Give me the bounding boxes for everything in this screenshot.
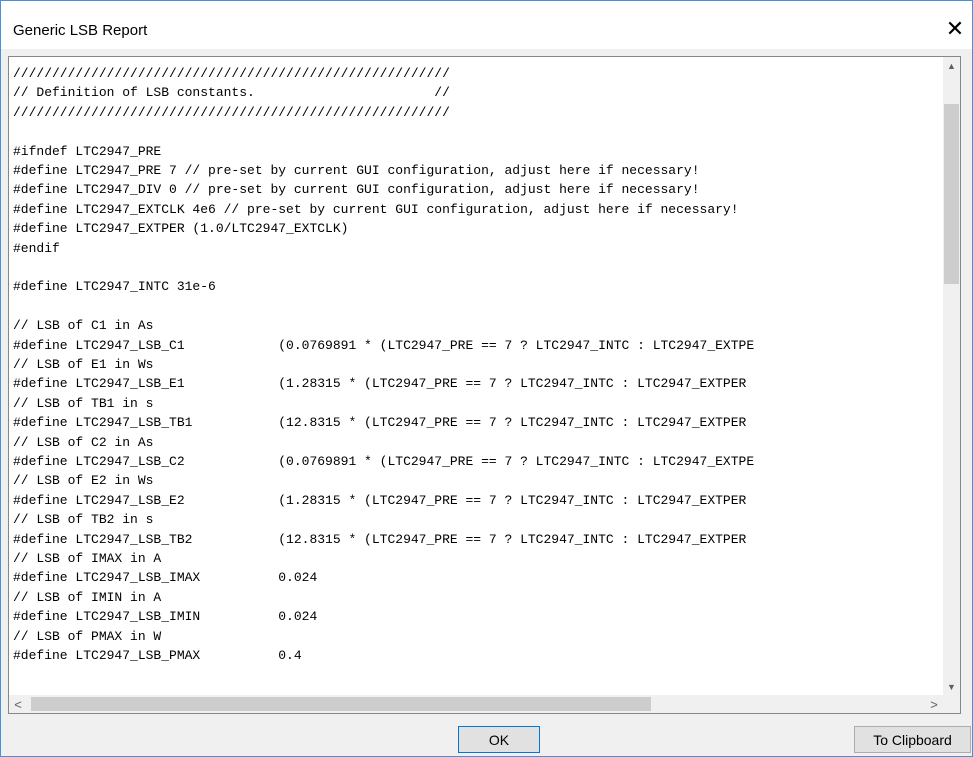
code-line: // LSB of E2 in Ws [13,473,154,489]
vertical-scroll-thumb[interactable] [944,104,959,284]
window-title: Generic LSB Report [13,22,148,39]
code-line: // LSB of E1 in Ws [13,357,154,372]
code-line: #ifndef LTC2947_PRE [13,143,162,159]
scroll-down-icon[interactable]: ▼ [943,678,960,695]
code-line: #define LTC2947_LSB_E1 (1.28315 * (LTC29… [13,376,747,392]
code-line: // LSB of TB1 in s [13,395,154,411]
code-line: #define LTC2947_LSB_TB1 (12.8315 * (LTC2… [13,415,747,431]
code-line: #define LTC2947_LSB_TB2 (12.8315 * (LTC2… [13,531,747,547]
code-line: #define LTC2947_LSB_C2 (0.0769891 * (LTC… [13,454,755,469]
code-line: // LSB of IMIN in A [13,589,162,605]
close-button[interactable]: ✕ [938,12,972,46]
code-line: #endif [13,240,60,256]
scroll-up-icon[interactable]: ▲ [943,57,960,74]
report-text-area[interactable]: ////////////////////////////////////////… [8,56,961,714]
code-line: // LSB of C1 in As [13,318,154,334]
code-line: ////////////////////////////////////////… [13,66,450,81]
code-line: #define LTC2947_LSB_E2 (1.28315 * (LTC29… [13,492,747,508]
code-line: #define LTC2947_LSB_C1 (0.0769891 * (LTC… [13,337,755,353]
horizontal-scroll-thumb[interactable] [31,697,651,711]
code-line: #define LTC2947_INTC 31e-6 [13,279,216,295]
to-clipboard-button[interactable]: To Clipboard [854,726,971,753]
code-line: #define LTC2947_LSB_PMAX 0.4 [13,648,302,663]
close-icon: ✕ [945,16,965,41]
code-line: #define LTC2947_DIV 0 // pre-set by curr… [13,182,700,198]
code-line: #define LTC2947_LSB_IMIN 0.024 [13,609,318,625]
code-line: // LSB of C2 in As [13,434,154,450]
scroll-left-icon[interactable]: < [9,695,27,713]
code-line: // LSB of IMAX in A [13,551,162,566]
code-line: // Definition of LSB constants. // [13,85,450,101]
horizontal-scrollbar[interactable]: < > [9,695,960,713]
code-line: // LSB of TB2 in s [13,512,154,528]
code-line: #define LTC2947_EXTPER (1.0/LTC2947_EXTC… [13,221,349,237]
code-content: ////////////////////////////////////////… [9,57,950,691]
code-line: #define LTC2947_LSB_IMAX 0.024 [13,570,318,586]
code-line: #define LTC2947_EXTCLK 4e6 // pre-set by… [13,201,739,217]
code-line: // LSB of PMAX in W [13,628,162,644]
code-line: ////////////////////////////////////////… [13,104,450,120]
code-line: #define LTC2947_PRE 7 // pre-set by curr… [13,163,700,178]
vertical-scrollbar[interactable]: ▲ ▼ [943,57,960,695]
ok-button[interactable]: OK [458,726,540,753]
generic-lsb-report-dialog: Generic LSB Report ✕ ///////////////////… [0,0,973,757]
scroll-right-icon[interactable]: > [925,695,943,713]
title-bar: Generic LSB Report ✕ [1,1,972,49]
